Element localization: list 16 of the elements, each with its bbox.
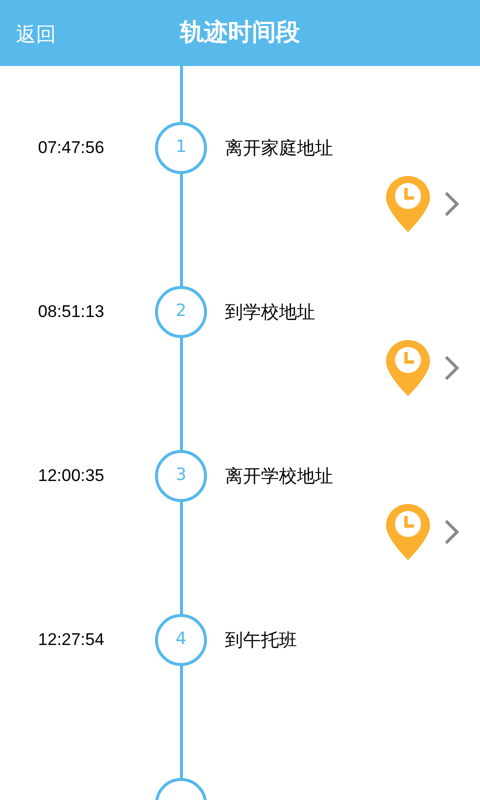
event-label: 到学校地址 [225,300,315,324]
location-clock-icon [386,340,430,396]
location-clock-icon [386,176,430,232]
event-label: 离开学校地址 [225,464,333,488]
page-title: 轨迹时间段 [180,17,300,48]
chevron-right-icon[interactable] [444,355,460,381]
location-clock-icon [386,504,430,560]
event-label: 离开家庭地址 [225,136,333,160]
time-label: 12:00:35 [37,465,106,488]
back-button[interactable]: 返回 [16,20,56,48]
time-label: 08:51:13 [37,301,106,324]
chevron-right-icon[interactable] [444,519,460,545]
time-label: 07:47:56 [37,137,106,160]
chevron-right-icon[interactable] [444,191,460,217]
event-label: 到午托班 [225,628,297,652]
time-label: 12:27:54 [37,629,106,652]
